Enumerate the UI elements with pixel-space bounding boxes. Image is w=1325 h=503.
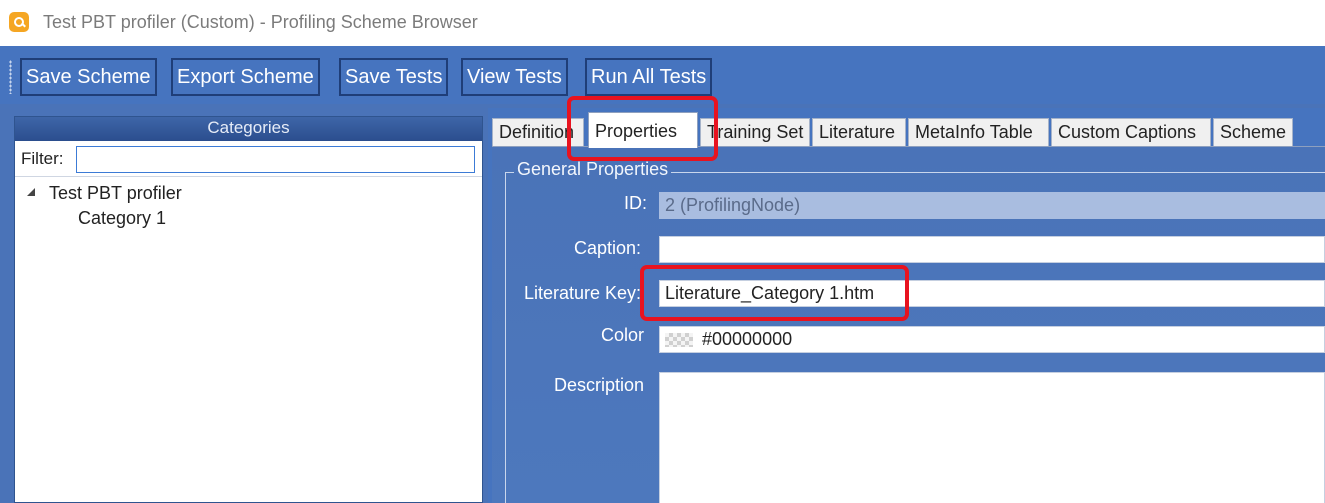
collapse-triangle-icon[interactable] [27, 188, 35, 196]
categories-panel: Categories Filter: Test PBT profiler Cat… [14, 116, 483, 503]
toolbar-grip-icon[interactable] [9, 60, 12, 94]
filter-input[interactable] [76, 146, 475, 173]
app-icon [9, 12, 29, 32]
tab-definition[interactable]: Definition [492, 118, 584, 146]
export-scheme-button[interactable]: Export Scheme [171, 58, 320, 96]
color-value: #00000000 [702, 329, 793, 349]
tree-item-root[interactable]: Test PBT profiler [15, 183, 482, 208]
properties-tab-content: General Properties ID: 2 (ProfilingNode)… [492, 146, 1325, 503]
run-all-tests-button[interactable]: Run All Tests [585, 58, 713, 96]
title-bar: Test PBT profiler (Custom) - Profiling S… [0, 0, 1325, 46]
tab-custom-captions[interactable]: Custom Captions [1051, 118, 1211, 146]
toolbar: Save Scheme Export Scheme Save Tests Vie… [0, 46, 1325, 104]
tree-item-label[interactable]: Test PBT profiler [49, 183, 182, 204]
view-tests-button[interactable]: View Tests [461, 58, 568, 96]
id-field: 2 (ProfilingNode) [659, 192, 1325, 219]
save-scheme-button[interactable]: Save Scheme [20, 58, 157, 96]
literature-key-label: Literature Key: [523, 283, 641, 303]
caption-field[interactable] [659, 236, 1325, 263]
tab-training-set[interactable]: Training Set [700, 118, 810, 146]
caption-label: Caption: [573, 238, 641, 258]
group-title: General Properties [514, 159, 672, 180]
literature-key-field[interactable]: Literature_Category 1.htm [659, 280, 1325, 307]
category-tree: Test PBT profiler Category 1 [15, 177, 482, 233]
tab-scheme[interactable]: Scheme [1213, 118, 1293, 146]
tree-item-label[interactable]: Category 1 [78, 208, 166, 229]
save-tests-button[interactable]: Save Tests [339, 58, 449, 96]
tree-item-category-1[interactable]: Category 1 [15, 208, 482, 233]
color-picker[interactable]: #00000000 [659, 326, 1325, 353]
tab-metainfo-table[interactable]: MetaInfo Table [908, 118, 1049, 146]
description-field[interactable] [659, 372, 1325, 503]
window-title: Test PBT profiler (Custom) - Profiling S… [43, 12, 478, 32]
main-area: Save Scheme Export Scheme Save Tests Vie… [0, 46, 1325, 503]
tab-literature[interactable]: Literature [812, 118, 906, 146]
color-label: Color [600, 325, 644, 345]
tab-properties[interactable]: Properties [588, 112, 698, 148]
categories-header: Categories [15, 117, 482, 141]
transparent-swatch-icon [665, 333, 693, 347]
filter-label: Filter: [21, 149, 64, 168]
description-label: Description [553, 375, 644, 395]
id-label: ID: [623, 193, 647, 213]
details-panel: Definition Properties Training Set Liter… [488, 108, 1325, 503]
filter-row: Filter: [15, 141, 482, 177]
